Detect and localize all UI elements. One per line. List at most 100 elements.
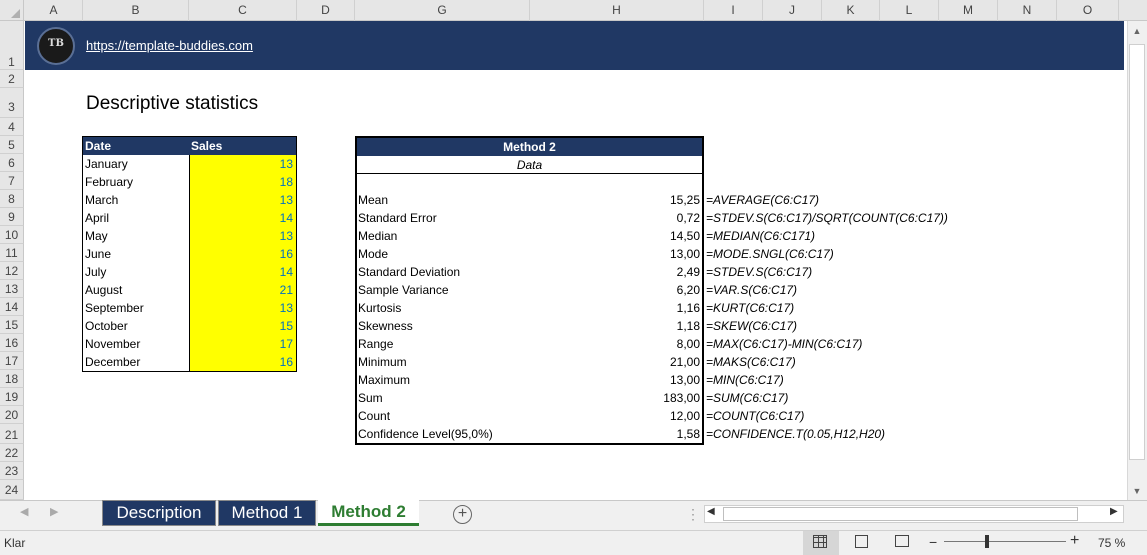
row-header-9[interactable]: 9 [0, 208, 24, 226]
hscroll-left-arrow-icon[interactable]: ◀ [707, 506, 715, 517]
row-header-20[interactable]: 20 [0, 406, 24, 424]
stat-formula-text[interactable]: =MEDIAN(C6:C171) [706, 227, 966, 245]
tab-split-handle-icon[interactable]: ⋮ [686, 506, 700, 523]
sales-value-cell[interactable]: 13 [190, 191, 296, 209]
sales-month-cell[interactable]: December [85, 353, 187, 371]
stat-value-cell[interactable]: 15,25 [530, 191, 702, 209]
zoom-slider-track[interactable] [944, 541, 1066, 542]
row-header-11[interactable]: 11 [0, 244, 24, 262]
tab-scroll-right-icon[interactable]: ▶ [50, 505, 58, 518]
row-header-18[interactable]: 18 [0, 370, 24, 388]
sales-value-cell[interactable]: 13 [190, 299, 296, 317]
row-header-12[interactable]: 12 [0, 262, 24, 280]
row-header-10[interactable]: 10 [0, 226, 24, 244]
stats-table-header[interactable]: Method 2 [357, 138, 702, 156]
sales-month-cell[interactable]: February [85, 173, 187, 191]
sales-value-cell[interactable]: 18 [190, 173, 296, 191]
scroll-down-arrow-icon[interactable]: ▼ [1128, 482, 1146, 500]
stat-formula-text[interactable]: =MAKS(C6:C17) [706, 353, 966, 371]
row-header-22[interactable]: 22 [0, 444, 24, 462]
row-header-21[interactable]: 21 [0, 424, 24, 444]
sales-month-cell[interactable]: August [85, 281, 187, 299]
zoom-slider-thumb[interactable] [985, 535, 989, 548]
vertical-scroll-thumb[interactable] [1129, 44, 1145, 460]
hscroll-right-arrow-icon[interactable]: ▶ [1110, 506, 1118, 517]
sales-table-date-header[interactable]: Date [83, 137, 189, 155]
stat-label-cell[interactable]: Kurtosis [358, 299, 528, 317]
stat-value-cell[interactable]: 12,00 [530, 407, 702, 425]
stat-formula-text[interactable]: =COUNT(C6:C17) [706, 407, 966, 425]
row-header-14[interactable]: 14 [0, 298, 24, 316]
sales-value-cell[interactable]: 15 [190, 317, 296, 335]
row-header-2[interactable]: 2 [0, 70, 24, 88]
stat-value-cell[interactable]: 13,00 [530, 371, 702, 389]
stat-label-cell[interactable]: Skewness [358, 317, 528, 335]
row-header-16[interactable]: 16 [0, 334, 24, 352]
zoom-in-icon[interactable]: + [1070, 532, 1079, 550]
sales-month-cell[interactable]: March [85, 191, 187, 209]
row-header-7[interactable]: 7 [0, 172, 24, 190]
stat-value-cell[interactable]: 6,20 [530, 281, 702, 299]
tab-scroll-left-icon[interactable]: ◀ [20, 505, 28, 518]
stat-value-cell[interactable]: 1,18 [530, 317, 702, 335]
stat-formula-text[interactable]: =MAX(C6:C17)-MIN(C6:C17) [706, 335, 966, 353]
row-header-15[interactable]: 15 [0, 316, 24, 334]
sales-value-cell[interactable]: 14 [190, 263, 296, 281]
column-header-g[interactable]: G [355, 0, 530, 21]
column-header-i[interactable]: I [704, 0, 763, 21]
row-header-23[interactable]: 23 [0, 462, 24, 480]
scroll-up-arrow-icon[interactable]: ▲ [1128, 22, 1146, 40]
sales-value-cell[interactable]: 14 [190, 209, 296, 227]
stat-formula-text[interactable]: =STDEV.S(C6:C17) [706, 263, 966, 281]
stat-formula-text[interactable]: =MODE.SNGL(C6:C17) [706, 245, 966, 263]
column-header-a[interactable]: A [25, 0, 83, 21]
row-header-8[interactable]: 8 [0, 190, 24, 208]
column-header-n[interactable]: N [998, 0, 1057, 21]
stat-value-cell[interactable]: 183,00 [530, 389, 702, 407]
stat-formula-text[interactable]: =CONFIDENCE.T(0.05,H12,H20) [706, 425, 966, 443]
stat-value-cell[interactable]: 0,72 [530, 209, 702, 227]
stat-label-cell[interactable]: Sum [358, 389, 528, 407]
row-header-17[interactable]: 17 [0, 352, 24, 370]
row-header-24[interactable]: 24 [0, 480, 24, 500]
sales-value-cell[interactable]: 13 [190, 155, 296, 173]
sales-value-cell[interactable]: 16 [190, 353, 296, 371]
stat-label-cell[interactable]: Confidence Level(95,0%) [358, 425, 528, 443]
stat-formula-text[interactable]: =STDEV.S(C6:C17)/SQRT(COUNT(C6:C17)) [706, 209, 966, 227]
sales-month-cell[interactable]: September [85, 299, 187, 317]
stat-label-cell[interactable]: Median [358, 227, 528, 245]
page-break-view-icon[interactable] [895, 535, 909, 547]
stat-label-cell[interactable]: Standard Deviation [358, 263, 528, 281]
row-header-3[interactable]: 3 [0, 88, 24, 118]
stat-value-cell[interactable]: 2,49 [530, 263, 702, 281]
page-layout-view-icon[interactable] [855, 535, 868, 548]
website-link[interactable]: https://template-buddies.com [86, 38, 253, 53]
row-header-19[interactable]: 19 [0, 388, 24, 406]
tab-method-1[interactable]: Method 1 [218, 500, 316, 526]
stat-value-cell[interactable]: 13,00 [530, 245, 702, 263]
sales-value-cell[interactable]: 17 [190, 335, 296, 353]
select-all-corner[interactable] [0, 0, 24, 21]
row-header-1[interactable]: 1 [0, 21, 24, 70]
stats-table-subheader[interactable]: Data [357, 156, 702, 174]
sales-value-cell[interactable]: 16 [190, 245, 296, 263]
column-header-b[interactable]: B [83, 0, 189, 21]
stat-label-cell[interactable]: Count [358, 407, 528, 425]
row-header-4[interactable]: 4 [0, 118, 24, 136]
stat-formula-text[interactable]: =MIN(C6:C17) [706, 371, 966, 389]
tab-description[interactable]: Description [102, 500, 216, 526]
sales-month-cell[interactable]: October [85, 317, 187, 335]
row-header-6[interactable]: 6 [0, 154, 24, 172]
stat-value-cell[interactable]: 21,00 [530, 353, 702, 371]
column-header-o[interactable]: O [1057, 0, 1119, 21]
column-header-j[interactable]: J [763, 0, 822, 21]
column-header-h[interactable]: H [530, 0, 704, 21]
stat-formula-text[interactable]: =SKEW(C6:C17) [706, 317, 966, 335]
stat-label-cell[interactable]: Mean [358, 191, 528, 209]
column-header-c[interactable]: C [189, 0, 297, 21]
sales-month-cell[interactable]: June [85, 245, 187, 263]
sales-month-cell[interactable]: January [85, 155, 187, 173]
stat-formula-text[interactable]: =AVERAGE(C6:C17) [706, 191, 966, 209]
stat-formula-text[interactable]: =KURT(C6:C17) [706, 299, 966, 317]
horizontal-scroll-thumb[interactable] [723, 507, 1078, 521]
